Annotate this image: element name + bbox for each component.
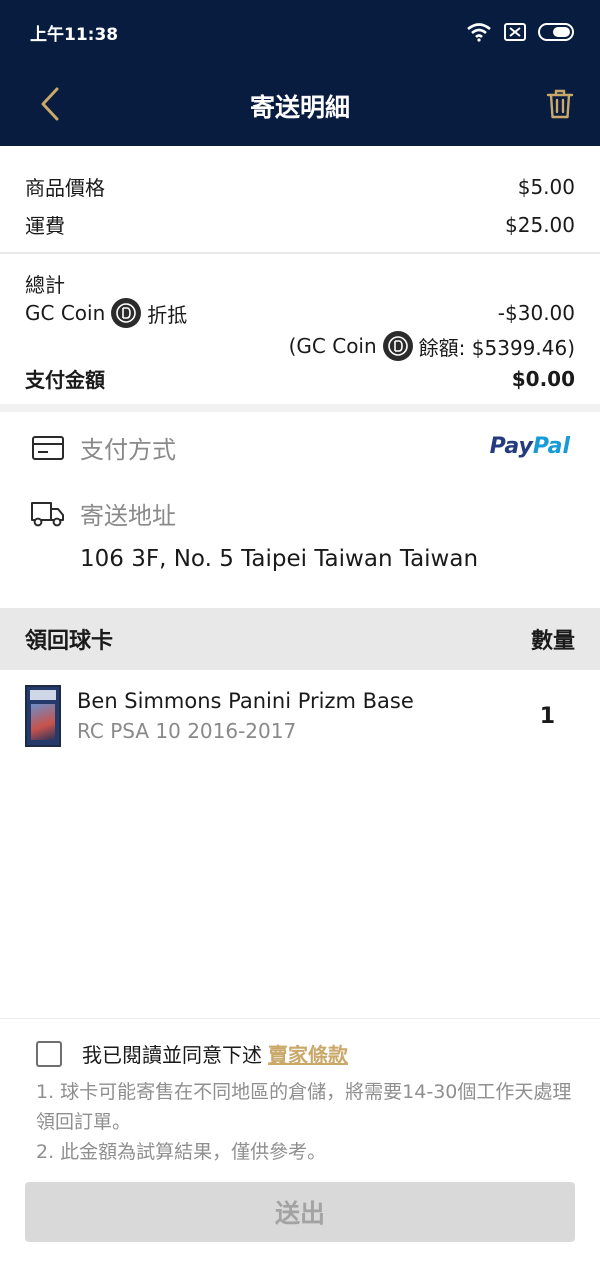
coin-icon bbox=[382, 331, 413, 361]
agree-text: 我已閱讀並同意下述 bbox=[82, 1043, 262, 1067]
payment-method-label: 支付方式 bbox=[80, 436, 176, 464]
paypal-logo-pal: Pal bbox=[532, 434, 570, 459]
seller-terms-link[interactable]: 賣家條款 bbox=[268, 1039, 348, 1068]
coin-balance-text: 餘額: $5399.46) bbox=[418, 335, 575, 360]
truck-icon bbox=[30, 499, 66, 529]
item-price-value: $5.00 bbox=[517, 174, 575, 199]
status-time: 上午11:38 bbox=[30, 25, 119, 45]
pay-amount-row: 支付金額 $0.00 bbox=[25, 364, 575, 393]
card-details: RC PSA 10 2016-2017 bbox=[77, 719, 297, 743]
card-list-title: 領回球卡 bbox=[25, 629, 114, 654]
list-item[interactable]: Ben Simmons Panini Prizm Base RC PSA 10 … bbox=[25, 684, 575, 748]
coin-discount-label-group: GC Coin 折抵 bbox=[25, 298, 187, 328]
card-info: Ben Simmons Panini Prizm Base RC PSA 10 … bbox=[77, 686, 540, 746]
coin-label: GC Coin bbox=[25, 301, 106, 325]
shipping-fee-value: $25.00 bbox=[505, 212, 575, 237]
section-divider bbox=[0, 404, 600, 412]
agree-checkbox[interactable] bbox=[36, 1040, 62, 1067]
coin-icon bbox=[111, 298, 142, 328]
note-2: 2. 此金額為試算結果，僅供參考。 bbox=[36, 1141, 327, 1163]
coin-discount-row: GC Coin 折抵 -$30.00 bbox=[25, 298, 575, 328]
page-title: 寄送明細 bbox=[249, 93, 350, 122]
status-icons bbox=[466, 22, 576, 46]
card-list-header: 領回球卡 數量 bbox=[0, 608, 600, 670]
total-row: 總計 bbox=[25, 269, 575, 298]
item-price-row: 商品價格 $5.00 bbox=[25, 172, 575, 201]
shipping-fee-row: 運費 $25.00 bbox=[25, 210, 575, 239]
trash-icon bbox=[546, 89, 574, 119]
nav-bar: 寄送明細 bbox=[0, 64, 600, 146]
delete-button[interactable] bbox=[540, 84, 580, 124]
coin-balance-row: (GC Coin 餘額: $5399.46) bbox=[25, 331, 575, 361]
coin-discount-value: -$30.00 bbox=[497, 301, 575, 325]
status-bar: 上午11:38 bbox=[0, 0, 600, 64]
coin-balance-group: (GC Coin 餘額: $5399.46) bbox=[289, 331, 575, 361]
shipping-fee-label: 運費 bbox=[25, 214, 65, 238]
card-thumbnail bbox=[25, 685, 61, 747]
coin-action-label: 折抵 bbox=[147, 302, 188, 327]
battery-icon bbox=[538, 23, 576, 45]
shipping-address-value: 106 3F, No. 5 Taipei Taiwan Taiwan bbox=[80, 546, 479, 572]
note-1: 1. 球卡可能寄售在不同地區的倉儲，將需要14-30個工作天處理領回訂單。 bbox=[36, 1081, 572, 1133]
card-name: Ben Simmons Panini Prizm Base bbox=[77, 689, 414, 713]
coin-balance-prefix: (GC Coin bbox=[288, 334, 377, 358]
submit-button[interactable]: 送出 bbox=[25, 1182, 575, 1242]
pay-amount-value: $0.00 bbox=[511, 366, 575, 391]
shipping-address-label: 寄送地址 bbox=[80, 502, 176, 530]
wifi-icon bbox=[466, 22, 492, 46]
card-quantity: 1 bbox=[539, 703, 555, 729]
card-icon bbox=[30, 433, 66, 463]
sim-icon bbox=[504, 23, 526, 45]
quantity-column-label: 數量 bbox=[530, 629, 575, 654]
divider bbox=[0, 252, 600, 254]
total-label: 總計 bbox=[25, 273, 65, 297]
agree-row: 我已閱讀並同意下述 賣家條款 bbox=[36, 1039, 348, 1068]
pay-amount-label: 支付金額 bbox=[25, 368, 105, 392]
item-price-label: 商品價格 bbox=[25, 176, 105, 200]
paypal-logo: PayPal bbox=[490, 434, 570, 459]
app-header: 上午11:38 寄送明細 bbox=[0, 0, 600, 146]
shipping-address-row[interactable]: 寄送地址 bbox=[30, 496, 575, 531]
paypal-logo-pay: Pay bbox=[489, 434, 533, 459]
notes: 1. 球卡可能寄售在不同地區的倉儲，將需要14-30個工作天處理領回訂單。 2.… bbox=[36, 1077, 576, 1167]
